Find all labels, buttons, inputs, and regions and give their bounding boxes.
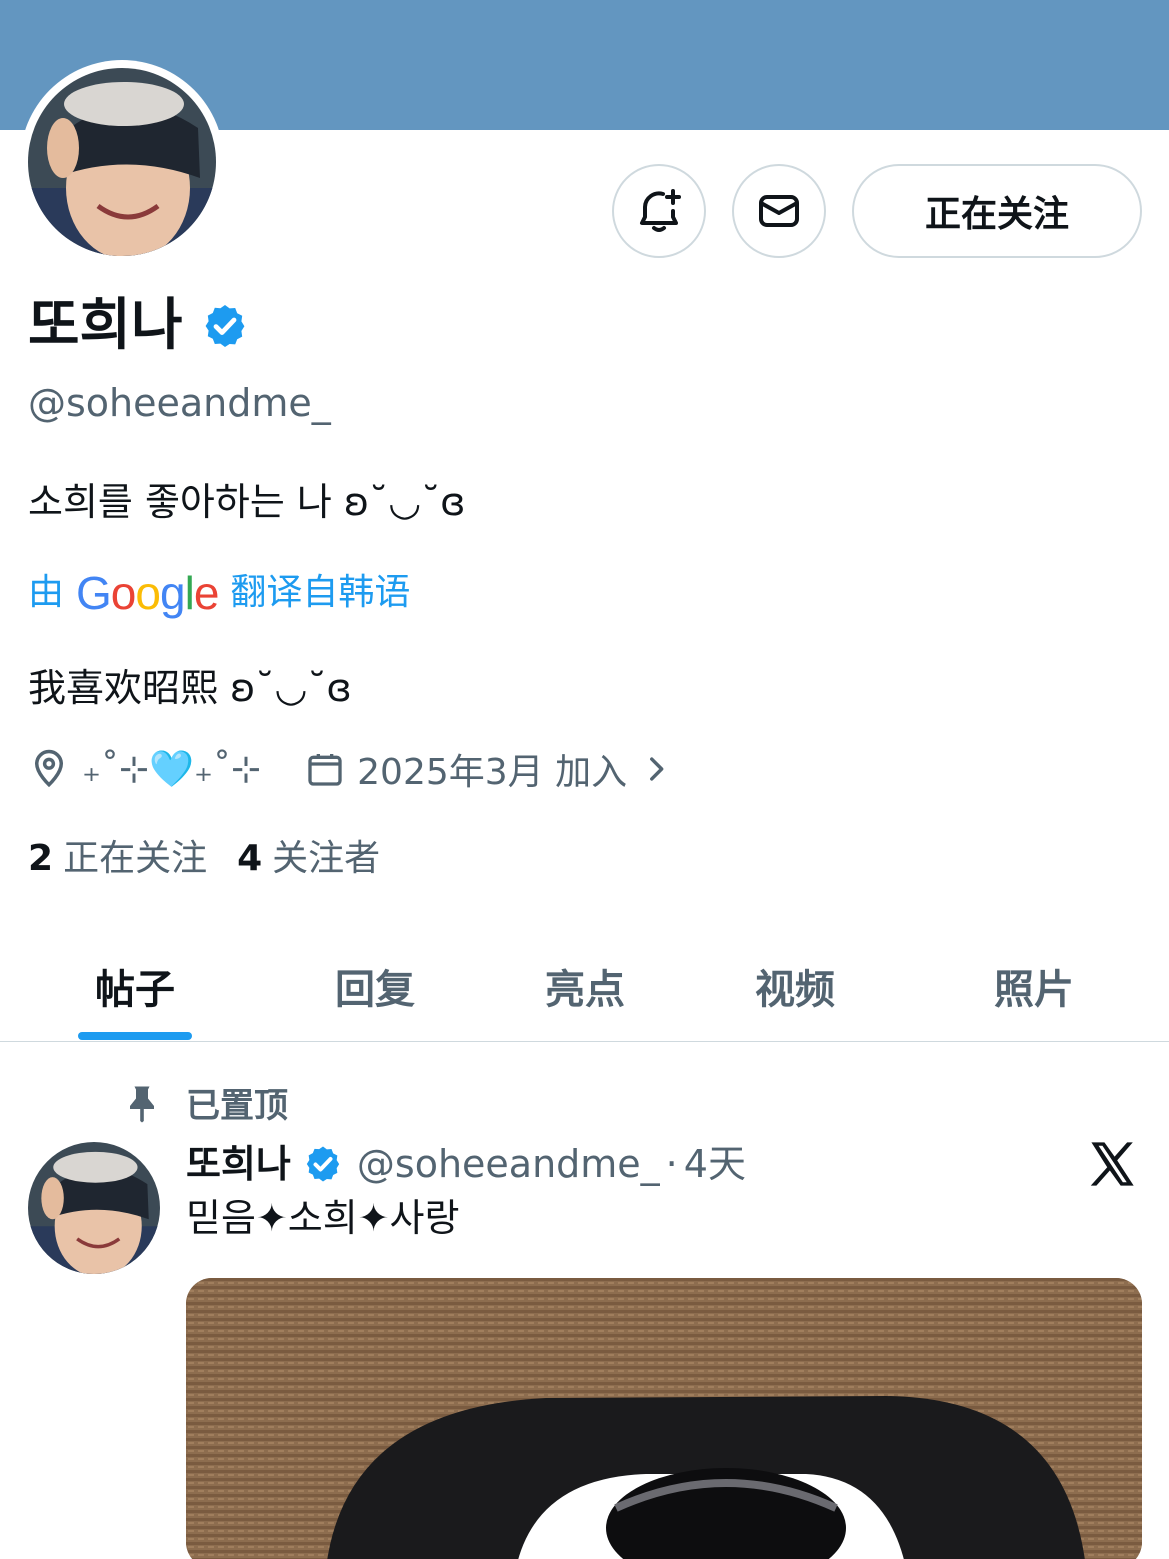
profile-meta: ₊˚⊹🩵₊˚⊹ 2025年3月 加入 <box>28 742 673 796</box>
post-author-name[interactable]: 또희나 <box>186 1138 291 1190</box>
profile-tabs: 帖子 回复 亮点 视频 照片 <box>0 930 1169 1042</box>
tab-posts[interactable]: 帖子 <box>78 930 192 1041</box>
location: ₊˚⊹🩵₊˚⊹ <box>28 748 261 790</box>
pin-icon <box>130 1086 154 1122</box>
tab-videos[interactable]: 视频 <box>735 930 855 1041</box>
x-logo-icon <box>1090 1142 1134 1186</box>
translation-source: 翻译自韩语 <box>230 572 411 613</box>
following-button[interactable]: 正在关注 <box>852 164 1142 258</box>
following-stat[interactable]: 2 正在关注 <box>28 834 207 884</box>
tab-photos[interactable]: 照片 <box>974 930 1094 1041</box>
calendar-icon <box>308 754 342 786</box>
post-author-handle[interactable]: @soheeandme_ <box>357 1138 660 1190</box>
pinned-indicator: 已置顶 <box>124 1078 288 1127</box>
post-header: 또희나 @soheeandme_ · 4天 <box>186 1138 746 1190</box>
followers-stat[interactable]: 4 关注者 <box>237 834 380 884</box>
message-button[interactable] <box>732 164 826 258</box>
verified-badge-icon[interactable] <box>201 302 249 350</box>
followers-label: 关注者 <box>272 838 381 879</box>
notifications-button[interactable] <box>612 164 706 258</box>
post-media-image[interactable] <box>186 1278 1142 1559</box>
location-pin-icon <box>34 749 64 788</box>
location-text: ₊˚⊹🩵₊˚⊹ <box>82 749 262 790</box>
followers-count: 4 <box>237 838 263 879</box>
translation-prefix: 由 <box>28 572 65 613</box>
post-verified-badge-icon[interactable] <box>303 1144 343 1184</box>
pinned-label: 已置顶 <box>186 1086 288 1126</box>
tab-highlights[interactable]: 亮点 <box>525 930 645 1041</box>
post-text: 믿음✦소희✦사랑 <box>186 1196 460 1240</box>
post-separator: · <box>665 1142 678 1186</box>
display-name-row: 또희나 <box>28 290 249 362</box>
translation-notice[interactable]: 由 Google 翻译自韩语 <box>28 566 410 620</box>
following-count: 2 <box>28 838 54 879</box>
profile-handle: @soheeandme_ <box>28 381 331 425</box>
follow-stats: 2 正在关注 4 关注者 <box>28 834 380 884</box>
profile-avatar[interactable] <box>28 68 216 256</box>
google-logo: Google <box>76 567 219 619</box>
post-timestamp[interactable]: 4天 <box>684 1138 746 1190</box>
join-date[interactable]: 2025年3月 加入 <box>305 743 673 795</box>
bell-plus-icon <box>640 189 681 232</box>
join-date-text: 2025年3月 加入 <box>357 752 628 793</box>
bio-translated-text: 我喜欢昭熙 ʚ˘◡˘ɞ <box>28 666 352 710</box>
bio-text: 소희를 좋아하는 나 ʚ˘◡˘ɞ <box>28 480 466 524</box>
tab-replies[interactable]: 回复 <box>315 930 435 1041</box>
chevron-right-icon <box>650 757 664 781</box>
display-name: 또희나 <box>28 293 183 358</box>
envelope-icon <box>759 195 799 227</box>
post-author-avatar[interactable] <box>28 1142 160 1274</box>
following-label: 正在关注 <box>63 838 208 879</box>
active-tab-indicator <box>78 1032 192 1040</box>
